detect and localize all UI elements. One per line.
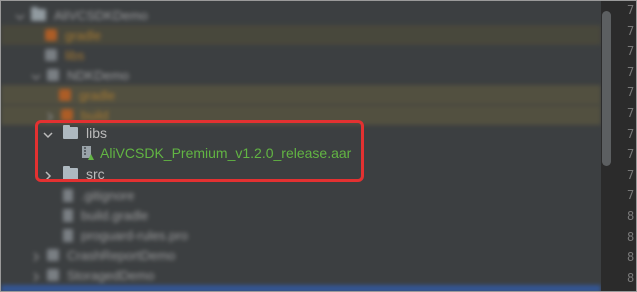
- tree-row[interactable]: gradle: [1, 25, 601, 45]
- line-number: 8: [627, 229, 635, 244]
- tree-row-label: build.gradle: [81, 207, 149, 223]
- line-number: 7: [627, 3, 635, 17]
- line-number: 8: [627, 209, 635, 223]
- module-folder-icon: [47, 69, 59, 81]
- tree-row[interactable]: StoragedDemo: [1, 265, 601, 285]
- line-number: 7: [627, 85, 635, 100]
- module-folder-icon: [47, 269, 59, 281]
- folder-icon: [45, 49, 57, 61]
- gradle-folder-icon: [59, 89, 71, 101]
- chevron-right-icon[interactable]: [31, 270, 41, 282]
- project-tree: AliVCSDKDemo gradle libs NDKDemo gradle …: [1, 1, 601, 291]
- selected-row-strip: [1, 285, 601, 291]
- tree-row[interactable]: CrashReportDemo: [1, 245, 601, 265]
- project-view-window: AliVCSDKDemo gradle libs NDKDemo gradle …: [0, 0, 637, 292]
- line-number: 7: [627, 126, 635, 141]
- tree-row[interactable]: NDKDemo: [1, 65, 601, 85]
- gradle-folder-icon: [45, 29, 57, 41]
- chevron-down-icon[interactable]: [31, 70, 41, 80]
- module-folder-icon: [47, 249, 59, 261]
- chevron-right-icon[interactable]: [31, 250, 41, 262]
- line-number: 7: [627, 167, 635, 182]
- line-number: 7: [627, 106, 635, 120]
- chevron-right-icon[interactable]: [45, 110, 55, 122]
- tree-row-label: CrashReportDemo: [67, 247, 176, 263]
- chevron-down-icon[interactable]: [15, 10, 25, 20]
- line-number: 7: [627, 64, 635, 79]
- gradle-file-icon: [63, 208, 73, 222]
- file-icon: [63, 188, 73, 202]
- tree-row[interactable]: gradle: [1, 85, 601, 105]
- line-number: 7: [627, 44, 635, 59]
- tree-row-label: libs: [65, 47, 85, 63]
- line-number: 7: [627, 188, 635, 203]
- tree-row-label: .gitignore: [81, 187, 135, 203]
- highlight-annotation-box: [35, 120, 364, 182]
- folder-icon: [31, 7, 46, 21]
- tree-row-root[interactable]: AliVCSDKDemo: [1, 5, 601, 25]
- tree-row[interactable]: .gitignore: [1, 185, 601, 205]
- tree-row-label: StoragedDemo: [67, 267, 155, 283]
- tree-row[interactable]: libs: [1, 45, 601, 65]
- tree-row-label: proguard-rules.pro: [81, 227, 188, 243]
- tree-row[interactable]: proguard-rules.pro: [1, 225, 601, 245]
- line-number: 8: [627, 270, 635, 285]
- line-number: 7: [627, 147, 635, 162]
- tree-row-label: gradle: [65, 27, 102, 43]
- tree-row-label: gradle: [79, 87, 116, 103]
- line-number: 8: [627, 250, 635, 265]
- tree-row[interactable]: build.gradle: [1, 205, 601, 225]
- file-icon: [63, 228, 73, 242]
- tree-row-label: NDKDemo: [67, 67, 130, 83]
- line-number: 7: [627, 23, 635, 38]
- vertical-scrollbar[interactable]: [602, 11, 611, 166]
- tree-row-label: AliVCSDKDemo: [54, 7, 148, 23]
